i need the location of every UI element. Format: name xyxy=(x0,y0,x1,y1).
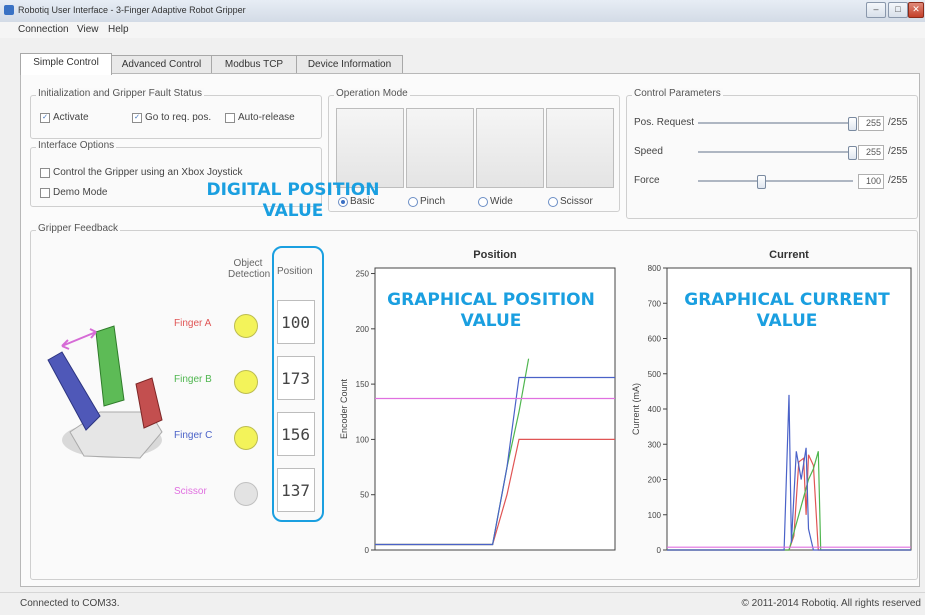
maximize-button[interactable]: □ xyxy=(888,2,908,18)
tab-modbus-tcp[interactable]: Modbus TCP xyxy=(211,55,297,74)
connection-status: Connected to COM33. xyxy=(20,598,120,609)
demo-checkbox[interactable] xyxy=(40,188,50,198)
mode-image-pinch[interactable] xyxy=(406,108,474,188)
minimize-button[interactable]: – xyxy=(866,2,886,18)
tab-advanced-control[interactable]: Advanced Control xyxy=(111,55,212,74)
param-slider-track-pos-request xyxy=(698,122,853,124)
mode-radio-pinch[interactable] xyxy=(408,197,418,207)
param-slider-thumb-speed[interactable] xyxy=(848,146,857,160)
graphical-position-callout: GRAPHICAL POSITION VALUE xyxy=(387,290,595,331)
goto-checkbox[interactable]: ✓ xyxy=(132,113,142,123)
mode-radio-scissor[interactable] xyxy=(548,197,558,207)
y-tick-label: 150 xyxy=(356,380,370,389)
param-label-pos-request: Pos. Request xyxy=(634,117,695,128)
param-value-pos-request[interactable]: 255 xyxy=(858,116,884,131)
param-slider-thumb-pos-request[interactable] xyxy=(848,117,857,131)
param-max-pos-request: /255 xyxy=(888,117,908,128)
menu-help[interactable]: Help xyxy=(108,24,129,35)
object-detection-led-scissor xyxy=(234,482,258,506)
y-tick-label: 400 xyxy=(648,405,662,414)
title-bar: Robotiq User Interface - 3-Finger Adapti… xyxy=(0,0,925,22)
y-tick-label: 0 xyxy=(657,546,662,555)
finger-label-finger-a: Finger A xyxy=(174,318,212,329)
param-slider-thumb-force[interactable] xyxy=(757,175,766,189)
param-max-speed: /255 xyxy=(888,146,908,157)
gripper-illustration xyxy=(47,325,163,459)
goto-label: Go to req. pos. xyxy=(145,112,212,123)
y-tick-label: 500 xyxy=(648,370,662,379)
copyright-text: © 2011-2014 Robotiq. All rights reserved xyxy=(741,598,921,609)
gripper-feedback-title: Gripper Feedback xyxy=(36,223,121,234)
y-tick-label: 300 xyxy=(648,440,662,449)
position-readout-finger-b: 173 xyxy=(277,356,315,400)
window-title: Robotiq User Interface - 3-Finger Adapti… xyxy=(18,5,246,15)
digital-position-callout: DIGITAL POSITION VALUE xyxy=(206,180,380,221)
param-slider-track-speed xyxy=(698,151,853,153)
chart-title: Current xyxy=(769,249,809,261)
tab-device-information[interactable]: Device Information xyxy=(296,55,403,74)
menu-connection[interactable]: Connection xyxy=(18,24,69,35)
mode-label-pinch: Pinch xyxy=(420,196,446,207)
y-axis-label: Encoder Count xyxy=(339,378,349,439)
object-detection-led-finger-a xyxy=(234,314,258,338)
xbox-label: Control the Gripper using an Xbox Joysti… xyxy=(53,167,243,178)
object-detection-header: Object Detection xyxy=(228,258,271,280)
menu-view[interactable]: View xyxy=(77,24,99,35)
y-axis-label: Current (mA) xyxy=(631,383,641,435)
finger-c-shape xyxy=(47,351,101,431)
mode-label-scissor: Scissor xyxy=(560,196,593,207)
param-label-speed: Speed xyxy=(634,146,663,157)
param-value-force[interactable]: 100 xyxy=(858,174,884,189)
init-group-title: Initialization and Gripper Fault Status xyxy=(36,88,204,99)
xbox-checkbox[interactable] xyxy=(40,168,50,178)
param-value-speed[interactable]: 255 xyxy=(858,145,884,160)
object-detection-led-finger-b xyxy=(234,370,258,394)
y-tick-label: 800 xyxy=(648,264,662,273)
scissor-arrow xyxy=(61,331,97,347)
finger-label-scissor: Scissor xyxy=(174,486,207,497)
object-detection-led-finger-c xyxy=(234,426,258,450)
app-icon xyxy=(4,5,14,15)
y-tick-label: 600 xyxy=(648,335,662,344)
position-readout-finger-a: 100 xyxy=(277,300,315,344)
y-tick-label: 700 xyxy=(648,299,662,308)
finger-b-shape xyxy=(95,325,125,407)
operation-mode-title: Operation Mode xyxy=(334,88,410,99)
finger-label-finger-c: Finger C xyxy=(174,430,213,441)
param-max-force: /255 xyxy=(888,175,908,186)
close-button[interactable]: ✕ xyxy=(908,2,924,18)
menu-bar: Connection View Help xyxy=(0,22,925,38)
mode-image-basic[interactable] xyxy=(336,108,404,188)
interface-options-title: Interface Options xyxy=(36,140,117,151)
finger-label-finger-b: Finger B xyxy=(174,374,212,385)
y-tick-label: 100 xyxy=(356,435,370,444)
param-label-force: Force xyxy=(634,175,660,186)
y-tick-label: 50 xyxy=(360,491,369,500)
demo-label: Demo Mode xyxy=(53,187,108,198)
position-readout-finger-c: 156 xyxy=(277,412,315,456)
activate-checkbox[interactable]: ✓ xyxy=(40,113,50,123)
status-bar: Connected to COM33. © 2011-2014 Robotiq.… xyxy=(0,592,925,615)
mode-label-wide: Wide xyxy=(490,196,513,207)
y-tick-label: 100 xyxy=(648,511,662,520)
tab-simple-control[interactable]: Simple Control xyxy=(20,53,112,75)
control-parameters-title: Control Parameters xyxy=(632,88,723,99)
chart-title: Position xyxy=(473,249,517,261)
activate-label: Activate xyxy=(53,112,89,123)
autorelease-checkbox[interactable] xyxy=(225,113,235,123)
mode-image-wide[interactable] xyxy=(476,108,544,188)
y-tick-label: 200 xyxy=(648,476,662,485)
y-tick-label: 250 xyxy=(356,270,370,279)
param-slider-track-force xyxy=(698,180,853,182)
autorelease-label: Auto-release xyxy=(238,112,295,123)
position-readout-scissor: 137 xyxy=(277,468,315,512)
mode-image-scissor[interactable] xyxy=(546,108,614,188)
graphical-current-callout: GRAPHICAL CURRENT VALUE xyxy=(684,290,890,331)
mode-radio-wide[interactable] xyxy=(478,197,488,207)
y-tick-label: 0 xyxy=(365,546,370,555)
